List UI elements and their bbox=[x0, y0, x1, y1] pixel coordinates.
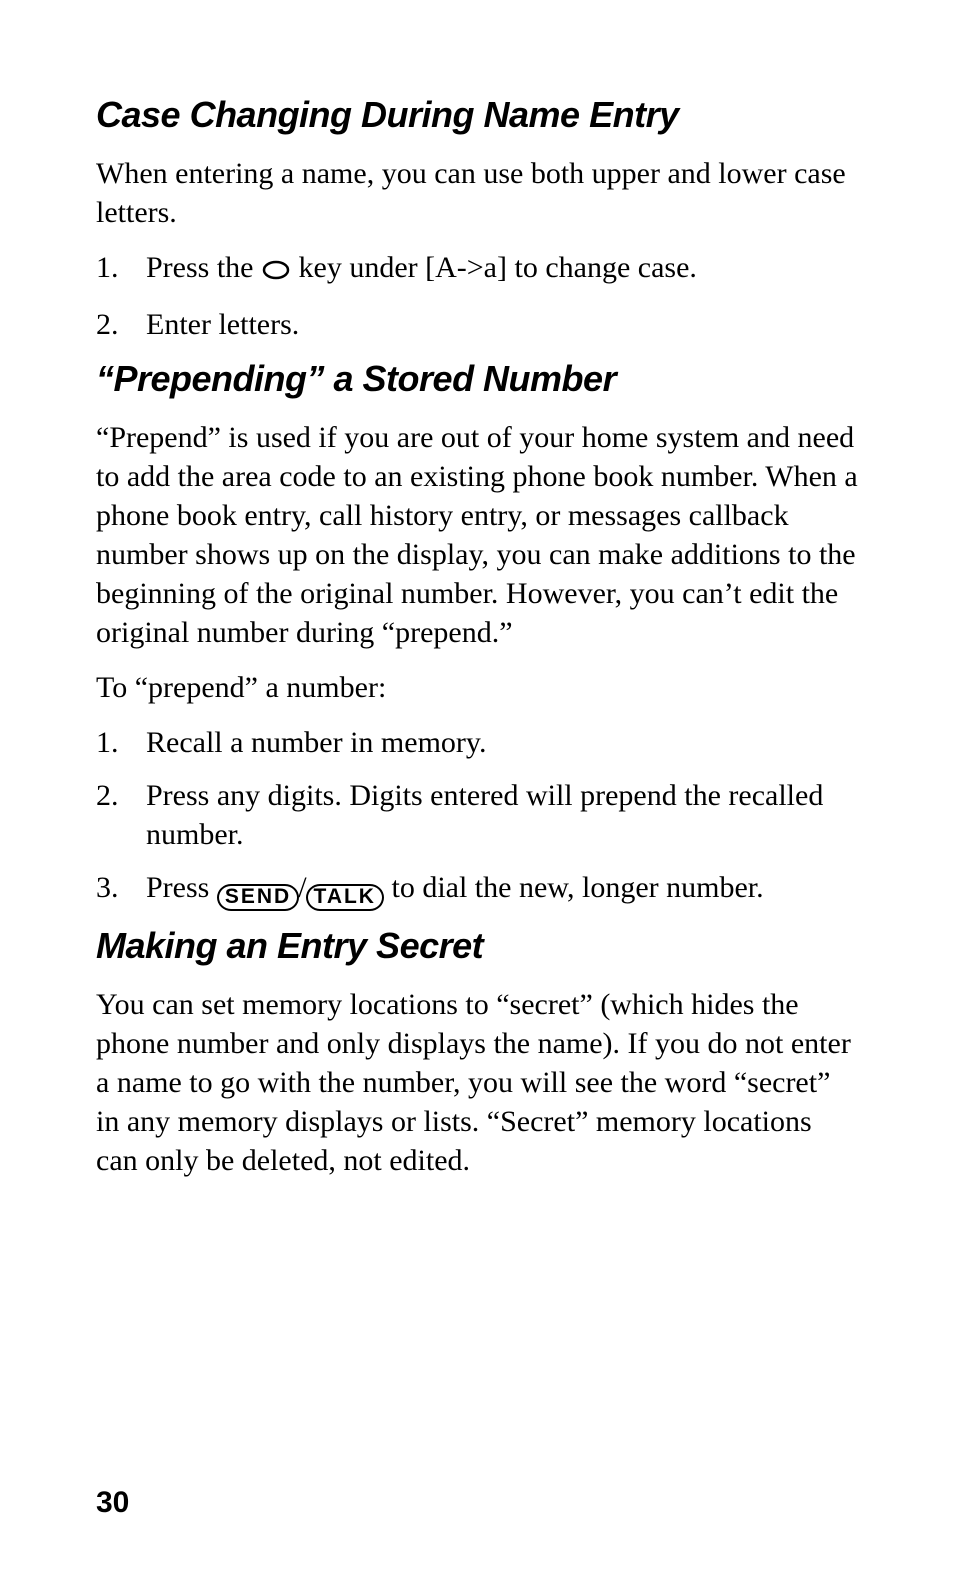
list-item: Recall a number in memory. bbox=[96, 723, 858, 762]
heading-case-changing: Case Changing During Name Entry bbox=[96, 94, 858, 136]
list-item: Press the key under [A->a] to change cas… bbox=[96, 248, 858, 291]
send-key-icon: SEND bbox=[217, 884, 299, 911]
section-prepending: “Prepending” a Stored Number “Prepend” i… bbox=[96, 358, 858, 911]
step-text: to dial the new, longer number. bbox=[384, 871, 764, 904]
heading-prepending: “Prepending” a Stored Number bbox=[96, 358, 858, 400]
page-number: 30 bbox=[96, 1486, 129, 1520]
list-item: Press SEND/TALK to dial the new, longer … bbox=[96, 868, 858, 911]
heading-secret: Making an Entry Secret bbox=[96, 925, 858, 967]
step-text: Press bbox=[146, 871, 217, 904]
steps-prepending: Recall a number in memory. Press any dig… bbox=[96, 723, 858, 911]
softkey-oval-icon bbox=[261, 252, 291, 291]
step-text: Press the bbox=[146, 251, 261, 284]
section-case-changing: Case Changing During Name Entry When ent… bbox=[96, 94, 858, 344]
step-text: key under [A->a] to change case. bbox=[291, 251, 697, 284]
talk-key-icon: TALK bbox=[306, 884, 384, 911]
section-secret: Making an Entry Secret You can set memor… bbox=[96, 925, 858, 1180]
intro-case-changing: When entering a name, you can use both u… bbox=[96, 154, 858, 232]
para-prepend-desc: “Prepend” is used if you are out of your… bbox=[96, 418, 858, 652]
para-secret: You can set memory locations to “secret”… bbox=[96, 985, 858, 1180]
para-prepend-lead: To “prepend” a number: bbox=[96, 668, 858, 707]
steps-case-changing: Press the key under [A->a] to change cas… bbox=[96, 248, 858, 344]
list-item: Enter letters. bbox=[96, 305, 858, 344]
list-item: Press any digits. Digits entered will pr… bbox=[96, 776, 858, 854]
